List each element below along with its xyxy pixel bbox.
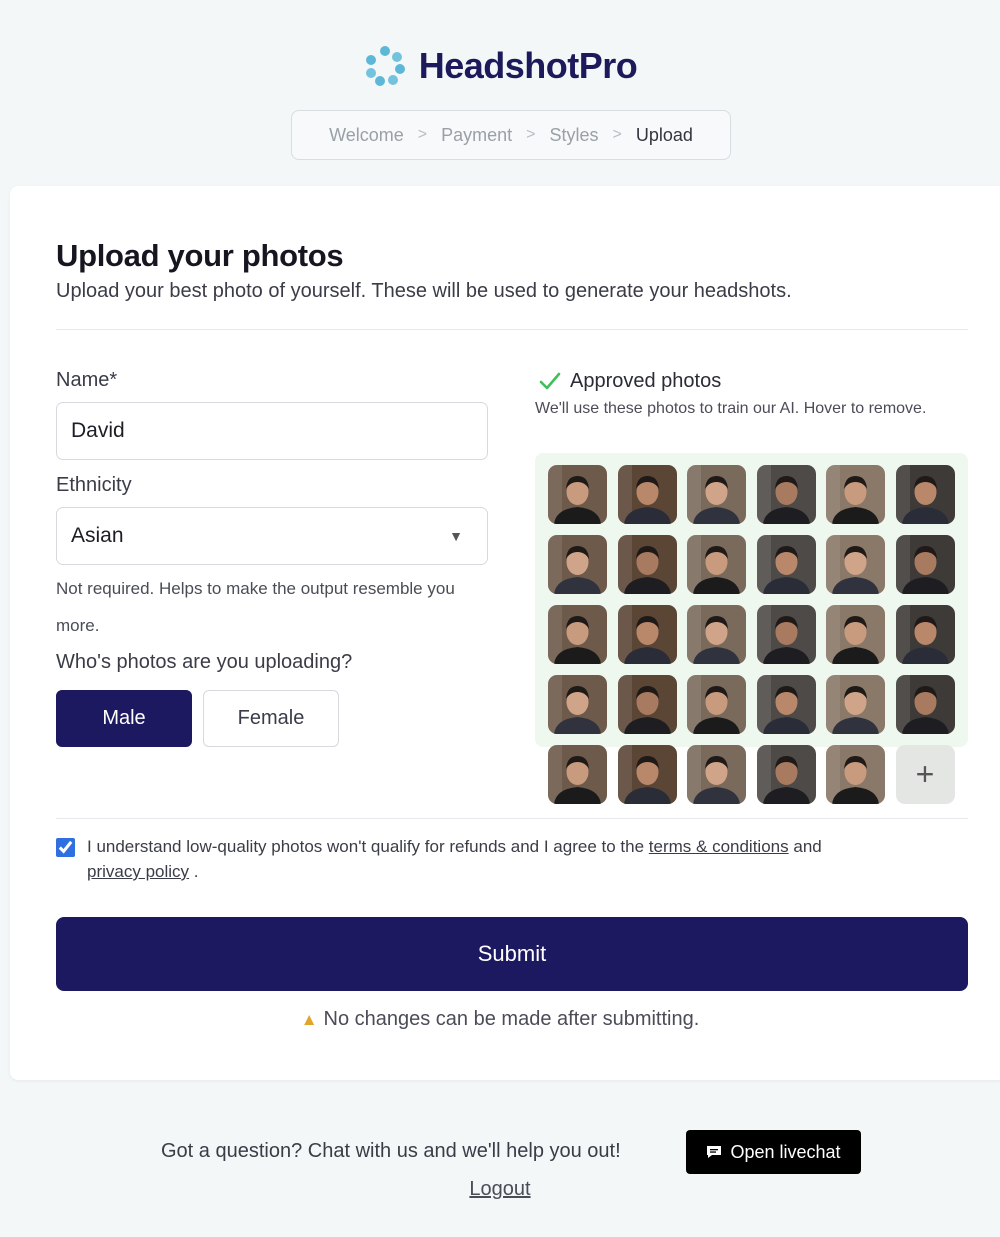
logout-row: Logout <box>0 1178 1000 1201</box>
male-button[interactable]: Male <box>56 690 192 747</box>
ethnicity-label: Ethnicity <box>56 474 132 496</box>
photo-thumbnail[interactable] <box>826 675 885 734</box>
open-livechat-button[interactable]: Open livechat <box>686 1130 861 1174</box>
photo-grid: + <box>535 453 968 804</box>
photo-thumbnail[interactable] <box>756 605 816 664</box>
breadcrumb-welcome[interactable]: Welcome <box>329 125 404 146</box>
privacy-link[interactable]: privacy policy <box>87 862 189 881</box>
brand-logo[interactable]: HeadshotPro <box>0 44 1000 88</box>
photo-thumbnail[interactable] <box>826 605 885 664</box>
photo-thumbnail[interactable] <box>617 465 677 524</box>
photo-thumbnail[interactable] <box>756 535 816 594</box>
brand-name: HeadshotPro <box>418 45 638 86</box>
breadcrumb-styles[interactable]: Styles <box>550 125 599 146</box>
check-icon <box>539 372 561 390</box>
divider <box>56 818 968 819</box>
submit-button[interactable]: Submit <box>56 917 968 991</box>
photo-thumbnail[interactable] <box>687 465 746 524</box>
photo-thumbnail[interactable] <box>687 535 746 594</box>
divider <box>56 329 968 330</box>
page-subtitle: Upload your best photo of yourself. Thes… <box>56 280 792 302</box>
female-button[interactable]: Female <box>203 690 339 747</box>
photo-thumbnail[interactable] <box>756 675 816 734</box>
breadcrumb-upload: Upload <box>635 124 693 145</box>
photo-thumbnail[interactable] <box>895 605 955 664</box>
name-label: Name* <box>56 369 118 391</box>
ethnicity-help-text: Not required. Helps to make the output r… <box>56 579 455 635</box>
photo-thumbnail[interactable] <box>826 745 885 804</box>
livechat-label: Open livechat <box>730 1141 841 1162</box>
photo-thumbnail[interactable] <box>548 605 607 664</box>
terms-link[interactable]: terms & conditions <box>649 837 789 856</box>
photo-thumbnail[interactable] <box>548 745 607 804</box>
page-title: Upload your photos <box>56 238 344 273</box>
photo-thumbnail[interactable] <box>617 675 677 734</box>
chevron-right-icon: > <box>417 126 428 143</box>
photo-thumbnail[interactable] <box>687 745 746 804</box>
photo-thumbnail[interactable] <box>548 465 607 524</box>
approved-photos-subtitle: We'll use these photos to train our AI. … <box>535 400 927 417</box>
photo-thumbnail[interactable] <box>756 465 816 524</box>
submit-warning: ▲ No changes can be made after submitting… <box>300 1008 700 1030</box>
chevron-right-icon: > <box>612 126 622 143</box>
photo-thumbnail[interactable] <box>826 465 885 524</box>
photo-thumbnail[interactable] <box>826 535 885 594</box>
photo-thumbnail[interactable] <box>756 745 816 804</box>
agreement-checkbox[interactable] <box>56 838 75 857</box>
photo-thumbnail[interactable] <box>895 535 955 594</box>
caret-down-icon: ▼ <box>449 528 463 544</box>
photo-thumbnail[interactable] <box>895 465 955 524</box>
photo-thumbnail[interactable] <box>687 605 746 664</box>
warning-icon: ▲ <box>300 1010 318 1029</box>
agreement-text: I understand low-quality photos won't qu… <box>87 837 822 881</box>
photo-thumbnail[interactable] <box>687 675 746 734</box>
ethnicity-select[interactable]: Asian ▼ <box>56 507 488 565</box>
breadcrumb-payment[interactable]: Payment <box>441 125 512 146</box>
ethnicity-value: Asian <box>71 524 124 547</box>
agreement-row: I understand low-quality photos won't qu… <box>56 834 936 884</box>
photo-thumbnail[interactable] <box>617 745 677 804</box>
chevron-right-icon: > <box>526 126 536 143</box>
name-input[interactable] <box>56 402 488 460</box>
photo-thumbnail[interactable] <box>548 535 607 594</box>
add-photo-button[interactable]: + <box>895 745 955 804</box>
approved-photos-title: Approved photos <box>570 369 722 392</box>
photo-thumbnail[interactable] <box>548 675 607 734</box>
gender-question: Who's photos are you uploading? <box>56 651 353 673</box>
chat-bubble-icon <box>707 1146 722 1158</box>
approved-photos-header: Approved photos <box>538 369 721 393</box>
logout-link[interactable]: Logout <box>469 1178 530 1200</box>
help-question: Got a question? Chat with us and we'll h… <box>161 1140 621 1162</box>
breadcrumb: Welcome > Payment > Styles > Upload <box>291 110 731 160</box>
photo-thumbnail[interactable] <box>617 535 677 594</box>
photo-thumbnail[interactable] <box>617 605 677 664</box>
photo-thumbnail[interactable] <box>895 675 955 734</box>
logo-icon <box>365 46 405 86</box>
